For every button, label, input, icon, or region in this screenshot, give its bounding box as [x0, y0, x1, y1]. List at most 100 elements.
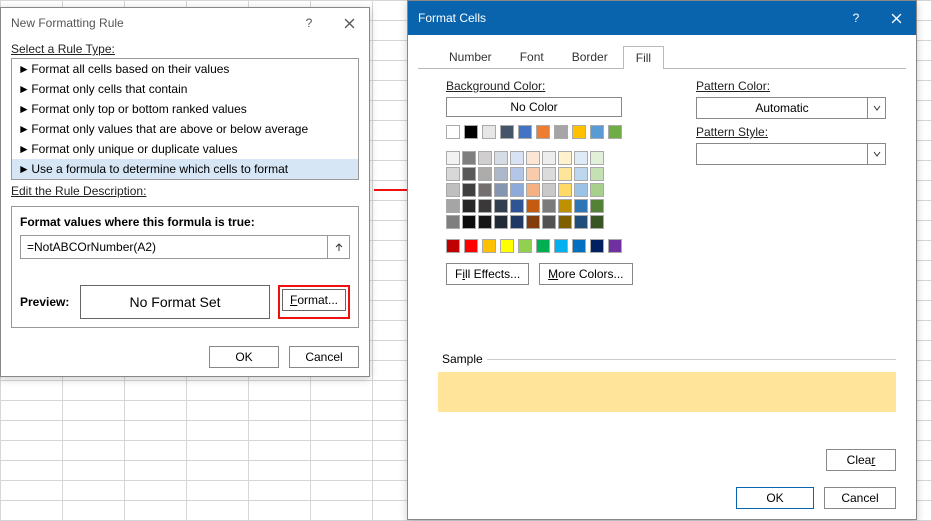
color-swatch[interactable]: [558, 151, 572, 165]
color-swatch[interactable]: [510, 199, 524, 213]
color-swatch[interactable]: [518, 239, 532, 253]
color-swatch[interactable]: [542, 199, 556, 213]
color-swatch[interactable]: [500, 125, 514, 139]
close-button[interactable]: [876, 3, 916, 33]
color-swatch[interactable]: [464, 125, 478, 139]
color-swatch[interactable]: [478, 167, 492, 181]
clear-button[interactable]: Clear: [826, 449, 896, 471]
color-swatch[interactable]: [494, 151, 508, 165]
color-swatch[interactable]: [446, 125, 460, 139]
color-swatch[interactable]: [462, 215, 476, 229]
ok-button[interactable]: OK: [736, 487, 814, 509]
color-swatch[interactable]: [478, 199, 492, 213]
color-swatch[interactable]: [510, 215, 524, 229]
color-swatch[interactable]: [574, 199, 588, 213]
color-swatch[interactable]: [494, 215, 508, 229]
color-swatch[interactable]: [574, 215, 588, 229]
color-swatch[interactable]: [526, 199, 540, 213]
color-swatch[interactable]: [494, 199, 508, 213]
color-swatch[interactable]: [510, 151, 524, 165]
color-swatch[interactable]: [590, 215, 604, 229]
color-swatch[interactable]: [510, 183, 524, 197]
color-swatch[interactable]: [590, 199, 604, 213]
color-swatch[interactable]: [558, 183, 572, 197]
color-swatch[interactable]: [590, 167, 604, 181]
rule-type-item[interactable]: ► Format only top or bottom ranked value…: [12, 99, 358, 119]
rule-type-item[interactable]: ► Format only cells that contain: [12, 79, 358, 99]
color-swatch[interactable]: [608, 125, 622, 139]
rule-type-item[interactable]: ► Format only values that are above or b…: [12, 119, 358, 139]
color-swatch[interactable]: [574, 167, 588, 181]
color-swatch[interactable]: [482, 239, 496, 253]
color-swatch[interactable]: [554, 239, 568, 253]
color-swatch[interactable]: [500, 239, 514, 253]
color-swatch[interactable]: [482, 125, 496, 139]
format-button[interactable]: Format...: [282, 289, 346, 311]
color-swatch[interactable]: [462, 167, 476, 181]
rule-type-item[interactable]: ► Format only unique or duplicate values: [12, 139, 358, 159]
color-swatch[interactable]: [494, 167, 508, 181]
color-swatch[interactable]: [590, 183, 604, 197]
color-swatch[interactable]: [478, 183, 492, 197]
color-swatch[interactable]: [446, 199, 460, 213]
ok-button[interactable]: OK: [209, 346, 279, 368]
color-swatch[interactable]: [590, 239, 604, 253]
color-swatch[interactable]: [558, 215, 572, 229]
range-selector-button[interactable]: [327, 236, 349, 258]
color-swatch[interactable]: [536, 239, 550, 253]
color-swatch[interactable]: [558, 199, 572, 213]
rule-type-item[interactable]: ► Format all cells based on their values: [12, 59, 358, 79]
color-swatch[interactable]: [478, 215, 492, 229]
color-swatch[interactable]: [446, 183, 460, 197]
color-swatch[interactable]: [510, 167, 524, 181]
color-swatch[interactable]: [572, 125, 586, 139]
tab-border[interactable]: Border: [559, 45, 621, 68]
tab-font[interactable]: Font: [507, 45, 557, 68]
color-swatch[interactable]: [526, 183, 540, 197]
help-button[interactable]: ?: [836, 3, 876, 33]
color-swatch[interactable]: [542, 151, 556, 165]
color-swatch[interactable]: [446, 215, 460, 229]
color-swatch[interactable]: [572, 239, 586, 253]
color-swatch[interactable]: [608, 239, 622, 253]
color-swatch[interactable]: [558, 167, 572, 181]
color-swatch[interactable]: [590, 151, 604, 165]
color-swatch[interactable]: [494, 183, 508, 197]
dialog1-titlebar[interactable]: New Formatting Rule ?: [1, 8, 369, 38]
help-button[interactable]: ?: [289, 8, 329, 38]
color-swatch[interactable]: [526, 167, 540, 181]
color-swatch[interactable]: [526, 215, 540, 229]
close-button[interactable]: [329, 8, 369, 38]
cancel-button[interactable]: Cancel: [824, 487, 896, 509]
color-swatch[interactable]: [478, 151, 492, 165]
no-color-button[interactable]: No Color: [446, 97, 622, 117]
cancel-button[interactable]: Cancel: [289, 346, 359, 368]
color-swatch[interactable]: [446, 167, 460, 181]
more-colors-button[interactable]: More Colors...: [539, 263, 632, 285]
color-swatch[interactable]: [446, 239, 460, 253]
color-swatch[interactable]: [462, 199, 476, 213]
dialog2-titlebar[interactable]: Format Cells ?: [408, 1, 916, 35]
color-swatch[interactable]: [590, 125, 604, 139]
color-swatch[interactable]: [446, 151, 460, 165]
color-swatch[interactable]: [542, 183, 556, 197]
color-swatch[interactable]: [574, 151, 588, 165]
tab-number[interactable]: Number: [436, 45, 505, 68]
color-swatch[interactable]: [462, 183, 476, 197]
tab-fill[interactable]: Fill: [623, 46, 664, 69]
color-swatch[interactable]: [554, 125, 568, 139]
fill-effects-button[interactable]: Fill Effects...: [446, 263, 529, 285]
color-swatch[interactable]: [536, 125, 550, 139]
pattern-color-dropdown[interactable]: Automatic: [696, 97, 886, 119]
color-swatch[interactable]: [574, 183, 588, 197]
color-swatch[interactable]: [542, 167, 556, 181]
color-swatch[interactable]: [464, 239, 478, 253]
rule-type-list[interactable]: ► Format all cells based on their values…: [11, 58, 359, 180]
color-swatch[interactable]: [526, 151, 540, 165]
rule-type-item[interactable]: ► Use a formula to determine which cells…: [12, 159, 358, 179]
color-swatch[interactable]: [518, 125, 532, 139]
formula-input[interactable]: [21, 236, 327, 258]
color-swatch[interactable]: [542, 215, 556, 229]
pattern-style-dropdown[interactable]: [696, 143, 886, 165]
color-swatch[interactable]: [462, 151, 476, 165]
